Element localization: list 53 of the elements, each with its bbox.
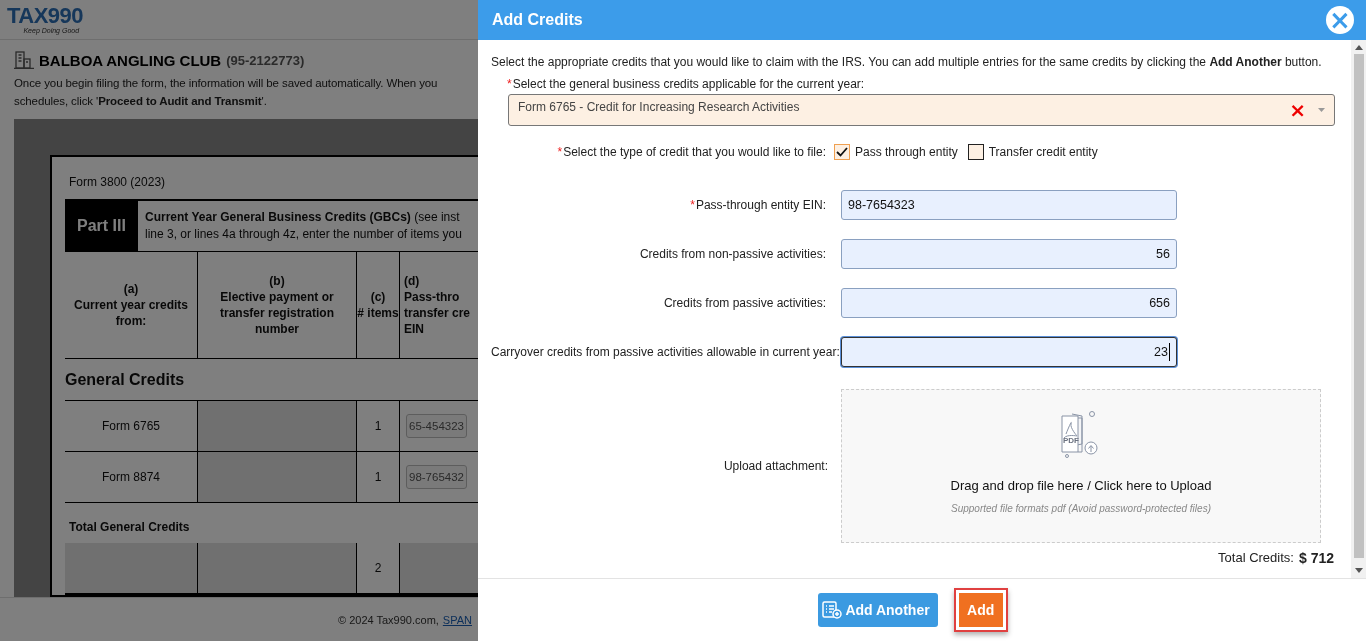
field-label: Carryover credits from passive activities allowable in current year: — [491, 345, 840, 359]
field-label: Credits from passive activities: — [663, 296, 826, 310]
scrollbar[interactable] — [1351, 40, 1366, 578]
column-header: (b) Elective payment or transfer registration number — [197, 252, 357, 359]
required-mark: * — [507, 77, 512, 91]
building-icon — [14, 51, 34, 69]
scroll-up-icon[interactable] — [1354, 45, 1363, 50]
checkbox-label: Transfer credit entity — [988, 145, 1098, 159]
add-button[interactable]: Add — [953, 588, 1008, 632]
input-field[interactable]: 56 — [841, 239, 1177, 269]
list-add-icon — [822, 601, 843, 619]
upload-dropzone[interactable]: PDF Drag and drop file here / Click here to Upload Supported file formats pdf (Avoid password-protected files) — [841, 389, 1321, 543]
field-label: Upload attachment: — [723, 459, 828, 473]
checkbox[interactable] — [834, 144, 850, 160]
checkbox-label: Pass through entity — [855, 145, 958, 159]
total-label: Total General Credits — [65, 502, 478, 543]
input-field[interactable]: 23 — [841, 337, 1177, 367]
form-title: Form 3800 (2023) — [68, 175, 167, 191]
checkbox[interactable] — [967, 144, 984, 160]
ein-field[interactable]: 98-765432 — [406, 465, 467, 489]
add-another-button[interactable]: Add Another — [818, 593, 938, 627]
scroll-down-icon[interactable] — [1354, 568, 1363, 573]
caret-icon[interactable] — [1318, 108, 1325, 112]
field-label: Select the general business credits applicable for the current year: — [512, 77, 865, 91]
part-title: Current Year General Business Credits (GBCs) (see inst — [145, 209, 461, 226]
credit-select[interactable]: Form 6765 - Credit for Increasing Research Activities × — [508, 94, 1335, 126]
footer-link[interactable]: SPAN — [442, 613, 472, 626]
total-value: $ 712 — [1298, 550, 1334, 566]
organization-ein: (95-2122773) — [226, 52, 305, 68]
field-label: Credits from non-passive activities: — [639, 247, 826, 261]
upload-prompt: Drag and drop file here / Click here to Upload — [950, 478, 1212, 493]
field-label: Select the type of credit that you would like to file: — [563, 145, 826, 159]
intro-text: schedules, click 'Proceed to Audit and Transmit'. — [13, 94, 268, 109]
column-header: (c) # items — [356, 252, 400, 359]
required-mark: * — [690, 198, 695, 212]
table-cell: 1 — [356, 400, 400, 452]
input-field[interactable]: 98-7654323 — [841, 190, 1177, 220]
table-cell: 1 — [356, 451, 400, 503]
ein-field[interactable]: 65-454323 — [406, 414, 467, 438]
upload-hint: Supported file formats pdf (Avoid password-protected files) — [951, 503, 1211, 514]
copyright-text: © 2024 Tax990.com, — [338, 613, 439, 626]
input-field[interactable]: 656 — [841, 288, 1177, 318]
required-mark: * — [557, 145, 563, 159]
dialog-title: Add Credits — [492, 11, 583, 29]
instructions-text: Select the appropriate credits that you would like to claim with the IRS. You can add multiple entries for the same credits by clicking the Add Another button. — [491, 55, 1323, 69]
total-label: Total Credits: — [1218, 550, 1294, 566]
organization-name: BALBOA ANGLING CLUB — [39, 51, 222, 69]
part-label: Part III — [65, 201, 138, 251]
column-header: (a) Current year credits from: — [65, 252, 198, 359]
close-button[interactable]: × — [1326, 6, 1354, 34]
field-label: Pass-through entity EIN: — [695, 198, 826, 212]
intro-text: Once you begin filing the form, the information will be saved automatically. When you — [13, 76, 439, 91]
part-title: line 3, or lines 4a through 4z, enter the number of items you — [145, 226, 462, 243]
